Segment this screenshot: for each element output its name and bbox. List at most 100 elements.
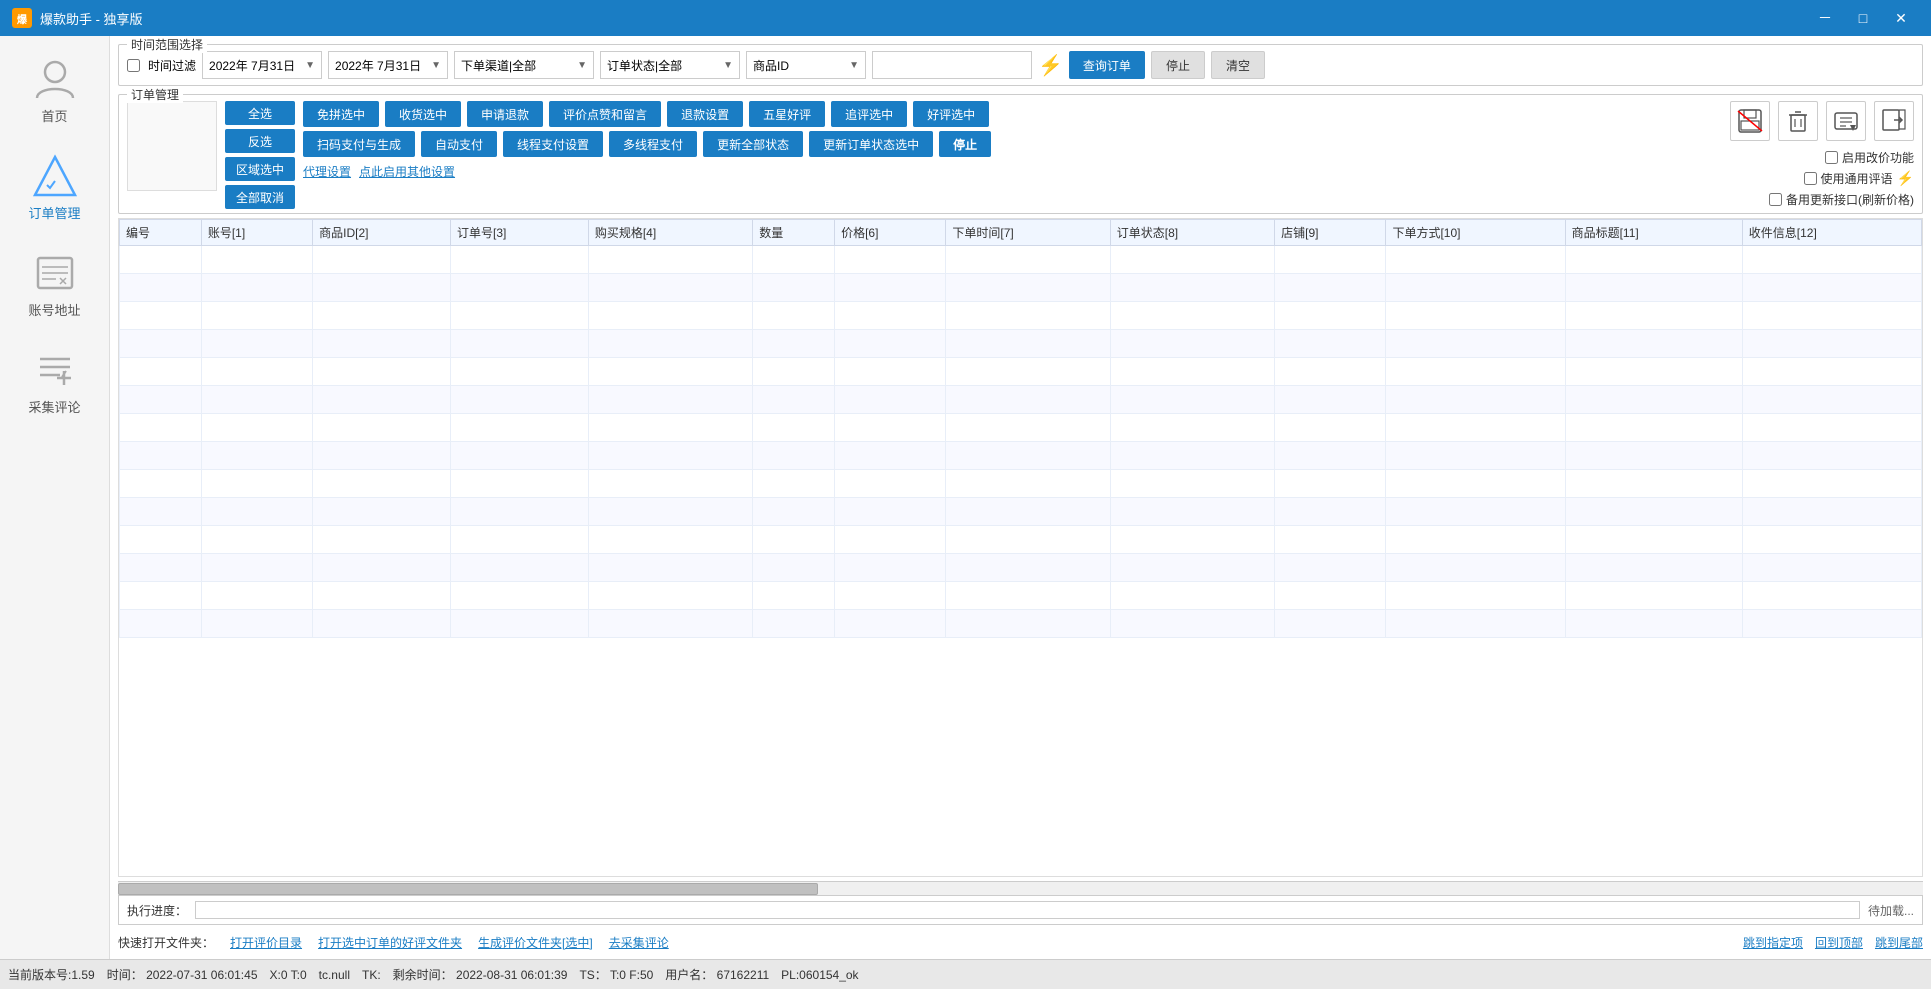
status-chevron: ▼ xyxy=(723,60,733,71)
goto-bottom-link[interactable]: 跳到尾部 xyxy=(1875,934,1923,951)
thread-pay-settings-button[interactable]: 线程支付设置 xyxy=(503,131,603,157)
review-like-button[interactable]: 评价点赞和留言 xyxy=(549,101,661,127)
product-id-select[interactable]: 商品ID ▼ xyxy=(746,51,866,79)
backup-interface-checkbox[interactable] xyxy=(1769,193,1782,206)
app-icon: 爆 xyxy=(12,8,32,28)
col-account: 账号[1] xyxy=(201,220,312,246)
region-select-button[interactable]: 区域选中 xyxy=(225,157,295,181)
account-icon xyxy=(30,248,80,298)
auto-pay-button[interactable]: 自动支付 xyxy=(421,131,497,157)
lightning-small-icon: ⚡ xyxy=(1897,170,1914,187)
save-no-icon[interactable] xyxy=(1730,101,1770,141)
sidebar-item-collect[interactable]: 采集评论 xyxy=(10,337,100,424)
scrollbar-thumb[interactable] xyxy=(118,883,818,895)
time-filter-checkbox[interactable] xyxy=(127,59,140,72)
collect-review-link[interactable]: 去采集评论 xyxy=(609,934,669,951)
gen-review-folder-link[interactable]: 生成评价文件夹[选中] xyxy=(478,934,593,951)
enable-price-checkbox[interactable] xyxy=(1825,151,1838,164)
order-table[interactable]: 编号 账号[1] 商品ID[2] 订单号[3] 购买规格[4] 数量 价格[6]… xyxy=(118,218,1923,877)
goto-item-link[interactable]: 跳到指定项 xyxy=(1743,934,1803,951)
col-product-id: 商品ID[2] xyxy=(313,220,451,246)
status-select[interactable]: 订单状态|全部 ▼ xyxy=(600,51,740,79)
table-row xyxy=(120,246,1922,274)
sidebar-item-order[interactable]: 订单管理 xyxy=(10,143,100,230)
stop-action-button[interactable]: 停止 xyxy=(939,131,991,157)
followup-review-button[interactable]: 追评选中 xyxy=(831,101,907,127)
col-title: 商品标题[11] xyxy=(1565,220,1742,246)
update-all-status-button[interactable]: 更新全部状态 xyxy=(703,131,803,157)
common-review-label: 使用通用评语 xyxy=(1821,170,1893,187)
refund-button[interactable]: 申请退款 xyxy=(467,101,543,127)
multithread-pay-button[interactable]: 多线程支付 xyxy=(609,131,697,157)
filter-section-label: 时间范围选择 xyxy=(127,36,207,53)
close-button[interactable]: ✕ xyxy=(1883,0,1919,36)
open-review-dir-link[interactable]: 打开评价目录 xyxy=(230,934,302,951)
import-icon[interactable] xyxy=(1874,101,1914,141)
coord-label: X:0 T:0 xyxy=(270,968,307,982)
five-star-button[interactable]: 五星好评 xyxy=(749,101,825,127)
receive-goods-button[interactable]: 收货选中 xyxy=(385,101,461,127)
horizontal-scrollbar[interactable] xyxy=(118,881,1923,895)
sidebar-item-home[interactable]: 首页 xyxy=(10,46,100,133)
col-index: 编号 xyxy=(120,220,202,246)
date-end-select[interactable]: 2022年 7月31日 ▼ xyxy=(328,51,448,79)
export-icon[interactable] xyxy=(1826,101,1866,141)
content-area: 时间范围选择 时间过滤 2022年 7月31日 ▼ 2022年 7月31日 ▼ … xyxy=(110,36,1931,959)
backup-interface-row: 备用更新接口(刷新价格) xyxy=(1769,191,1914,208)
tk-label: TK: xyxy=(362,968,381,982)
select-all-button[interactable]: 全选 xyxy=(225,101,295,125)
open-good-review-link[interactable]: 打开选中订单的好评文件夹 xyxy=(318,934,462,951)
time-label: 时间： 2022-07-31 06:01:45 xyxy=(107,966,258,983)
home-icon xyxy=(30,54,80,104)
sidebar-home-label: 首页 xyxy=(41,106,67,125)
free-combine-button[interactable]: 免拼选中 xyxy=(303,101,379,127)
progress-track xyxy=(195,901,1860,919)
sidebar-account-label: 账号地址 xyxy=(28,300,80,319)
ts-label: TS： T:0 F:50 xyxy=(579,966,653,983)
lightning-icon[interactable]: ⚡ xyxy=(1038,53,1063,78)
cancel-all-button[interactable]: 全部取消 xyxy=(225,185,295,209)
table-row xyxy=(120,582,1922,610)
product-id-chevron: ▼ xyxy=(849,60,859,71)
progress-status: 待加载... xyxy=(1868,902,1914,919)
delete-icon[interactable] xyxy=(1778,101,1818,141)
invert-select-button[interactable]: 反选 xyxy=(225,129,295,153)
icon-toolbar xyxy=(1730,101,1914,141)
col-spec: 购买规格[4] xyxy=(588,220,752,246)
progress-bar-area: 执行进度： 待加载... xyxy=(118,895,1923,925)
col-order-no: 订单号[3] xyxy=(451,220,589,246)
minimize-button[interactable]: － xyxy=(1807,0,1843,36)
common-review-checkbox[interactable] xyxy=(1804,172,1817,185)
goto-top-link[interactable]: 回到顶部 xyxy=(1815,934,1863,951)
filter-row: 时间过滤 2022年 7月31日 ▼ 2022年 7月31日 ▼ 下单渠道|全部… xyxy=(127,51,1914,79)
product-image xyxy=(127,101,217,191)
col-price: 价格[6] xyxy=(835,220,946,246)
qr-pay-button[interactable]: 扫码支付与生成 xyxy=(303,131,415,157)
other-settings-link[interactable]: 点此启用其他设置 xyxy=(359,163,455,180)
search-input[interactable] xyxy=(872,51,1032,79)
date-start-select[interactable]: 2022年 7月31日 ▼ xyxy=(202,51,322,79)
order-icon xyxy=(30,151,80,201)
table-row xyxy=(120,526,1922,554)
proxy-settings-link[interactable]: 代理设置 xyxy=(303,163,351,180)
window-controls: － □ ✕ xyxy=(1807,0,1919,36)
good-review-button[interactable]: 好评选中 xyxy=(913,101,989,127)
table-row xyxy=(120,386,1922,414)
tc-label: tc.null xyxy=(319,968,350,982)
table-row xyxy=(120,554,1922,582)
quick-open-label: 快速打开文件夹： xyxy=(118,934,214,951)
channel-select[interactable]: 下单渠道|全部 ▼ xyxy=(454,51,594,79)
update-selected-status-button[interactable]: 更新订单状态选中 xyxy=(809,131,933,157)
stop-button[interactable]: 停止 xyxy=(1151,51,1205,79)
selection-buttons: 全选 反选 区域选中 全部取消 xyxy=(225,101,295,209)
clear-button[interactable]: 清空 xyxy=(1211,51,1265,79)
order-panel: 订单管理 全选 反选 区域选中 全部取消 免拼选中 收货选中 申 xyxy=(118,94,1923,214)
version-label: 当前版本号:1.59 xyxy=(8,966,95,983)
pl-label: PL:060154_ok xyxy=(781,968,858,982)
refund-settings-button[interactable]: 退款设置 xyxy=(667,101,743,127)
maximize-button[interactable]: □ xyxy=(1845,0,1881,36)
backup-interface-label: 备用更新接口(刷新价格) xyxy=(1786,191,1914,208)
sidebar-item-account[interactable]: 账号地址 xyxy=(10,240,100,327)
query-order-button[interactable]: 查询订单 xyxy=(1069,51,1145,79)
table-row xyxy=(120,358,1922,386)
